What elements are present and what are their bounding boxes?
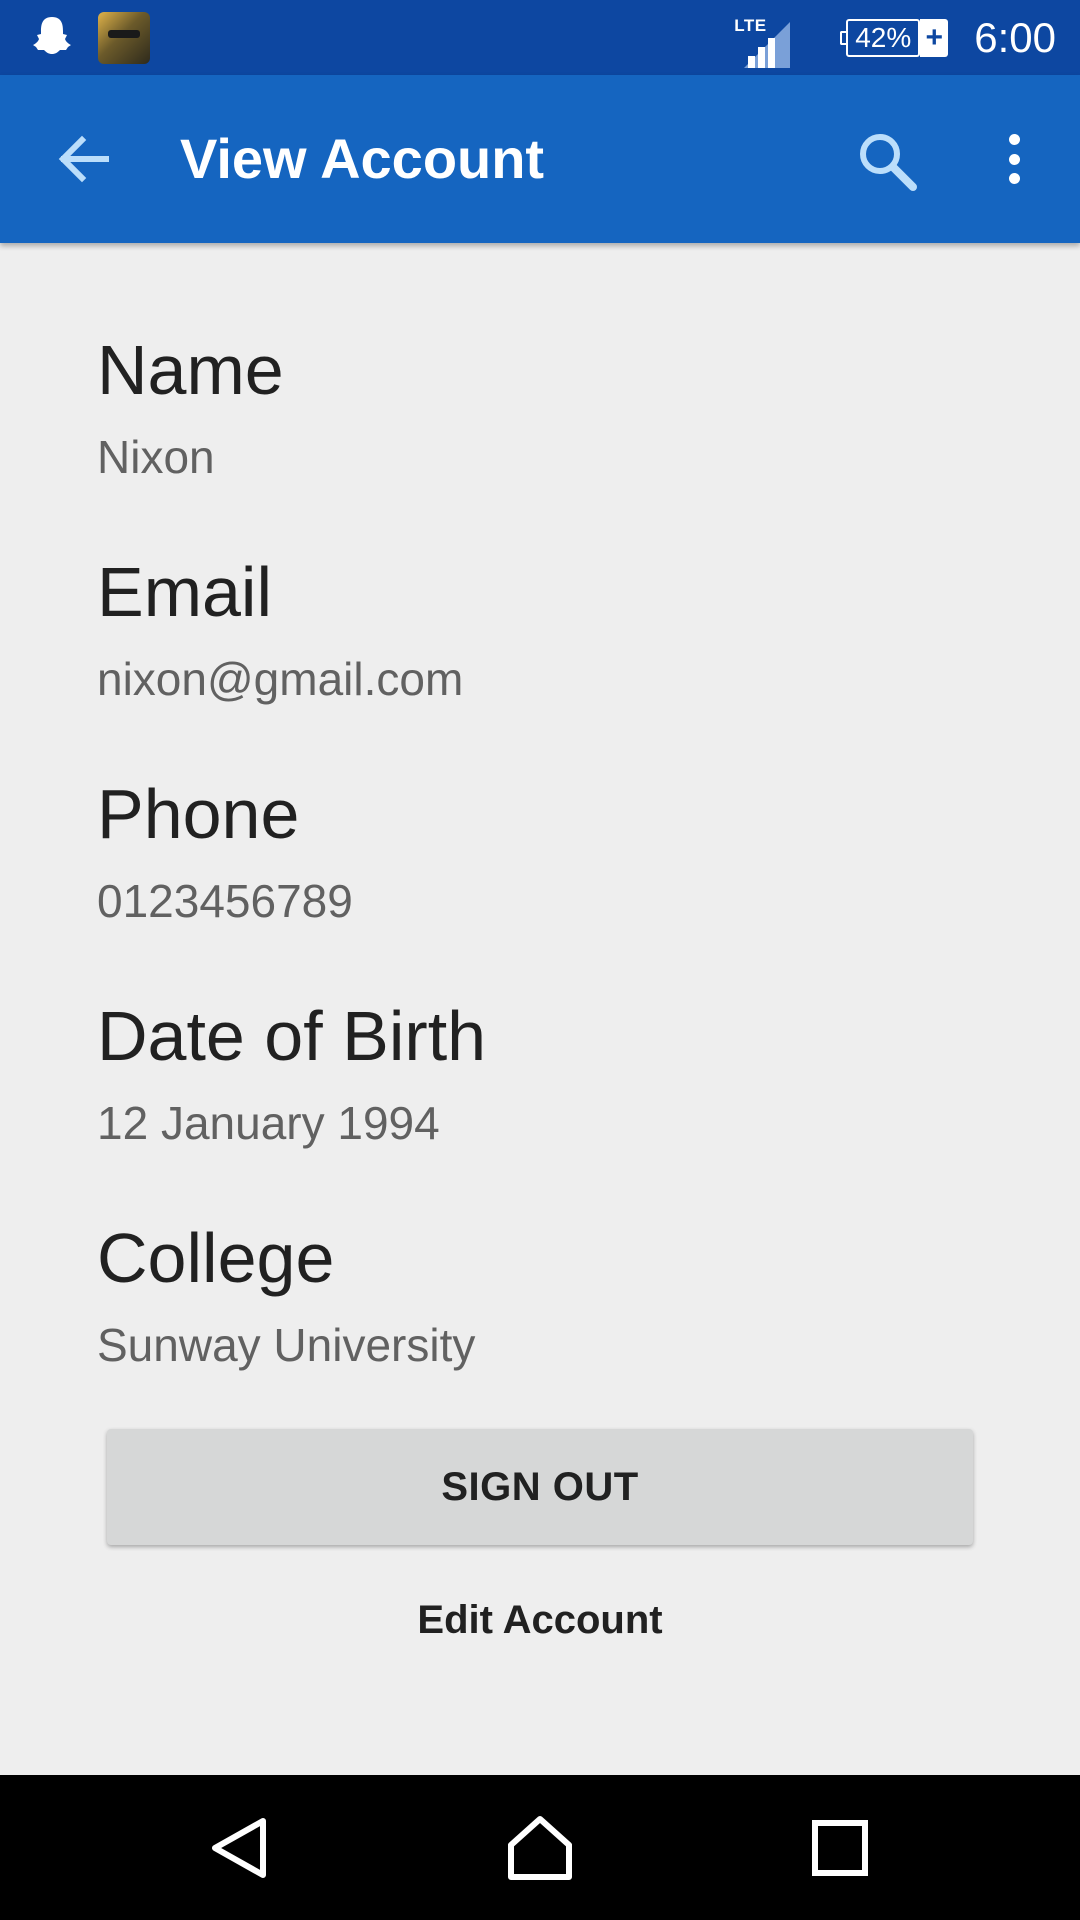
date-of-birth-value: 12 January 1994 [97,1097,440,1149]
nav-recents-icon[interactable] [805,1813,875,1883]
clock: 6:00 [974,13,1056,61]
back-arrow-icon[interactable] [54,129,114,189]
college-value: Sunway University [97,1319,476,1371]
signal-icon: LTE [734,8,796,68]
date-of-birth-label: Date of Birth [97,997,487,1075]
college-label: College [97,1219,335,1297]
email-section: Email nixon@gmail.com [97,557,463,702]
phone-label: Phone [97,775,300,853]
snapchat-icon [30,13,74,62]
page-title: View Account [180,127,545,190]
sign-out-button[interactable]: SIGN OUT [107,1429,973,1545]
name-value: Nixon [97,431,215,483]
more-vert-icon[interactable] [996,129,1032,189]
email-value: nixon@gmail.com [97,653,464,705]
app-notification-icon [98,11,150,64]
date-of-birth-section: Date of Birth 12 January 1994 [97,1001,486,1146]
battery-level: 42% [846,18,921,57]
name-section: Name Nixon [97,335,284,480]
college-section: College Sunway University [97,1223,475,1368]
name-label: Name [97,331,284,409]
phone-value: 0123456789 [97,875,353,927]
nav-back-icon[interactable] [205,1813,275,1883]
email-label: Email [97,553,273,631]
search-icon[interactable] [855,129,921,195]
edit-account-link[interactable]: Edit Account [0,1598,1080,1643]
phone-section: Phone 0123456789 [97,779,353,924]
account-details: Name Nixon Email nixon@gmail.com Phone 0… [0,243,1080,1775]
nav-home-icon[interactable] [505,1813,575,1883]
navigation-bar [0,1775,1080,1920]
battery-charging-icon: 42% + [840,18,949,57]
status-bar: LTE 42% + 6:00 [0,0,1080,75]
app-bar: View Account [0,75,1080,243]
